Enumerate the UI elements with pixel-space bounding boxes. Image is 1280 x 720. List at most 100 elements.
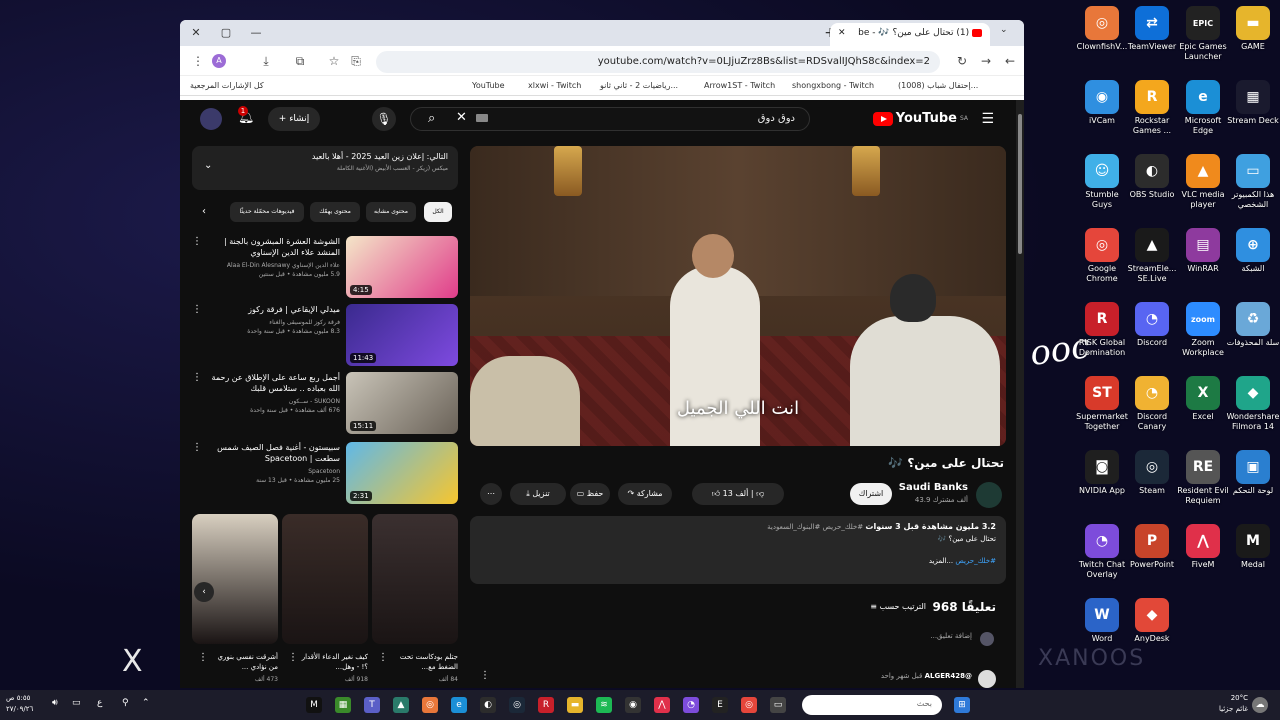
chevron-down-icon[interactable]: ⌄ [204, 160, 212, 171]
chip-recently-uploaded[interactable]: فيديوهات محمّلة حديثًا [230, 202, 304, 222]
forward-icon[interactable]: → [978, 53, 994, 69]
desktop-icon[interactable]: ◉ iVCam [1075, 76, 1129, 126]
channel-name[interactable]: Saudi Banks [899, 482, 968, 493]
twitch-overlay-taskbar-icon[interactable]: ◔ [683, 697, 699, 713]
desktop-icon[interactable]: ♻ سلة المحذوفات [1226, 298, 1280, 348]
video-thumbnail[interactable]: 15:11 [346, 372, 458, 434]
short-menu-icon[interactable]: ⋮ [198, 652, 208, 663]
desktop-icon[interactable]: ◎ ClownfishV... [1075, 2, 1129, 52]
show-more-link[interactable]: ...المزيد [929, 557, 953, 565]
address-bar[interactable]: youtube.com/watch?v=0LJjuZrz8Bs&list=RDS… [376, 51, 940, 73]
system-clock[interactable]: ٥:٥٥ ص ٢٧/٠٩/٢٦ [6, 693, 33, 715]
bookmark-arrow1st[interactable]: Arrow1ST - Twitch [704, 81, 775, 90]
desktop-icon[interactable]: ⊕ الشبكة [1226, 224, 1280, 274]
taskbar-search-input[interactable]: بحث [802, 695, 942, 715]
short-menu-icon[interactable]: ⋮ [288, 652, 298, 663]
video-title[interactable]: الشوشة العشرة المبشرون بالجنة | المنشد ع… [200, 236, 340, 258]
playlist-panel[interactable]: التالي: إعلان زين العيد 2025 - أهلا بالع… [192, 146, 458, 190]
network-icon[interactable]: ▭ [72, 698, 81, 708]
desktop-icon[interactable]: ◐ OBS Studio [1125, 150, 1179, 200]
keyboard-icon[interactable] [476, 114, 488, 122]
extensions-icon[interactable]: ⧉ [292, 53, 308, 69]
desktop-icon[interactable]: X Excel [1176, 372, 1230, 422]
shorts-prev-button[interactable]: ‹ [194, 582, 214, 602]
hamburger-menu-icon[interactable]: ☰ [981, 111, 994, 127]
clownfish-taskbar-icon[interactable]: ◎ [422, 697, 438, 713]
sort-comments-button[interactable]: ≡ الترتيب حسب [870, 602, 926, 611]
create-button[interactable]: + إنشاء [268, 107, 320, 131]
bookmark-shongxbong[interactable]: shongxbong - Twitch [792, 81, 874, 90]
search-input[interactable]: دوق دوق [410, 107, 810, 131]
maximize-window-button[interactable]: ▢ [218, 25, 234, 41]
desktop-icon[interactable]: P PowerPoint [1125, 520, 1179, 570]
short-title[interactable]: أشرقت نفسي بنوري من نؤادي ... [208, 652, 278, 672]
menu-kebab-icon[interactable]: ⋮ [190, 53, 206, 69]
task-view-taskbar-icon[interactable]: ▭ [770, 697, 786, 713]
description-box[interactable]: 3.2 مليون مشاهدة قبل 3 سنوات #خلك_حريص #… [470, 516, 1006, 584]
epic-taskbar-icon[interactable]: E [712, 697, 728, 713]
back-icon[interactable]: ← [1002, 53, 1018, 69]
recommended-video[interactable]: 2:31 سبيستون - أغنية فصل الصيف شمس سطعت |… [192, 442, 458, 504]
video-menu-icon[interactable]: ⋮ [192, 236, 202, 247]
cast-icon[interactable]: ⎘ [348, 53, 364, 69]
edge-taskbar-icon[interactable]: e [451, 697, 467, 713]
app-taskbar-icon[interactable]: ▲ [393, 697, 409, 713]
short-title[interactable]: جتلم بودكاست تحت الضغط مع... [388, 652, 458, 672]
clear-search-icon[interactable]: ✕ [456, 110, 467, 125]
desktop-icon[interactable]: EPIC Epic Games Launcher [1176, 2, 1230, 62]
tab-youtube[interactable]: (1) تحتال على مين؟ 🎶 - be ✕ [830, 23, 990, 46]
video-thumbnail[interactable]: 2:31 [346, 442, 458, 504]
bookmark-math[interactable]: رياضيات 2 - ثاني ثانو... [600, 81, 678, 90]
chrome-taskbar-icon[interactable]: ◎ [741, 697, 757, 713]
short-thumbnail[interactable] [192, 514, 278, 644]
desktop-icon[interactable]: ST Supermarket Together [1075, 372, 1129, 432]
obs-taskbar-icon[interactable]: ◐ [480, 697, 496, 713]
desktop-icon[interactable]: ◙ NVIDIA App [1075, 446, 1129, 496]
desktop-icon[interactable]: ◆ AnyDesk [1125, 594, 1179, 644]
chip-related[interactable]: محتوى مشابه [366, 202, 416, 222]
comment-author-name[interactable]: @ALGER428 [925, 672, 972, 680]
weather-widget[interactable]: 20°C غائم جزئيا [1219, 693, 1248, 715]
recommended-video[interactable]: 4:15 الشوشة العشرة المبشرون بالجنة | المن… [192, 236, 458, 298]
desktop-icon[interactable]: ◔ Twitch Chat Overlay [1075, 520, 1129, 580]
desktop-icon[interactable]: ◎ Steam [1125, 446, 1179, 496]
medal-taskbar-icon[interactable]: M [306, 697, 322, 713]
spotify-taskbar-icon[interactable]: ≋ [596, 697, 612, 713]
desktop-icon[interactable]: ☺ Stumble Guys [1075, 150, 1129, 210]
youtube-logo[interactable]: YouTube SA [872, 111, 968, 126]
short-thumbnail[interactable] [282, 514, 368, 644]
page-scrollbar[interactable] [1016, 100, 1024, 688]
bluetooth-icon[interactable]: ⚲ [122, 698, 129, 708]
bookmark-all[interactable]: كل الإشارات المرجعية [190, 81, 264, 90]
recommended-video[interactable]: 11:43 ميدلي الإيقاعي | فرقة ركوز فرقة ركوز… [192, 304, 458, 366]
davinci-taskbar-icon[interactable]: ◉ [625, 697, 641, 713]
video-title[interactable]: ميدلي الإيقاعي | فرقة ركوز [200, 304, 340, 315]
desktop-icon[interactable]: ⇄ TeamViewer [1125, 2, 1179, 52]
desktop-icon[interactable]: ▬ GAME [1226, 2, 1280, 52]
download-icon[interactable]: ⤓ [258, 53, 274, 69]
teams-taskbar-icon[interactable]: T [364, 697, 380, 713]
scrollbar-thumb[interactable] [1018, 114, 1022, 254]
desktop-icon[interactable]: ▭ هذا الكمبيوتر الشخصي [1226, 150, 1280, 210]
comment-author[interactable]: @ALGER428 قبل شهر واحد [881, 672, 972, 680]
like-dislike-pill[interactable]: 👍︎ 13 ألف | 👎︎ [692, 483, 784, 505]
explorer-taskbar-icon[interactable]: ▬ [567, 697, 583, 713]
app-red-taskbar-icon[interactable]: R [538, 697, 554, 713]
description-tags[interactable]: #خلك_حريص #البنوك_السعودية [767, 523, 863, 531]
add-comment-input[interactable]: إضافة تعليق... [930, 632, 972, 640]
bookmark-celebration[interactable]: (1008) إحتفال شباب... [898, 81, 978, 90]
weather-icon[interactable]: ☁ [1252, 697, 1268, 713]
windows-start-icon[interactable]: ⊞ [954, 697, 970, 713]
desktop-icon[interactable]: ◎ Google Chrome [1075, 224, 1129, 284]
reload-icon[interactable]: ↻ [954, 53, 970, 69]
chevron-left-icon[interactable]: ‹ [202, 206, 206, 217]
minimize-window-button[interactable]: — [248, 25, 264, 41]
download-button[interactable]: ⤓ تنزيل [510, 483, 566, 505]
channel-avatar[interactable] [976, 482, 1002, 508]
subscribe-button[interactable]: اشتراك [850, 483, 892, 505]
steam-taskbar-icon[interactable]: ◎ [509, 697, 525, 713]
video-channel[interactable]: Spacetoon [200, 468, 340, 475]
desktop-icon[interactable]: ▲ StreamEle... SE.Live [1125, 224, 1179, 284]
desktop-icon[interactable]: ▣ لوحة التحكم [1226, 446, 1280, 496]
desktop-icon[interactable]: zoom Zoom Workplace [1176, 298, 1230, 358]
